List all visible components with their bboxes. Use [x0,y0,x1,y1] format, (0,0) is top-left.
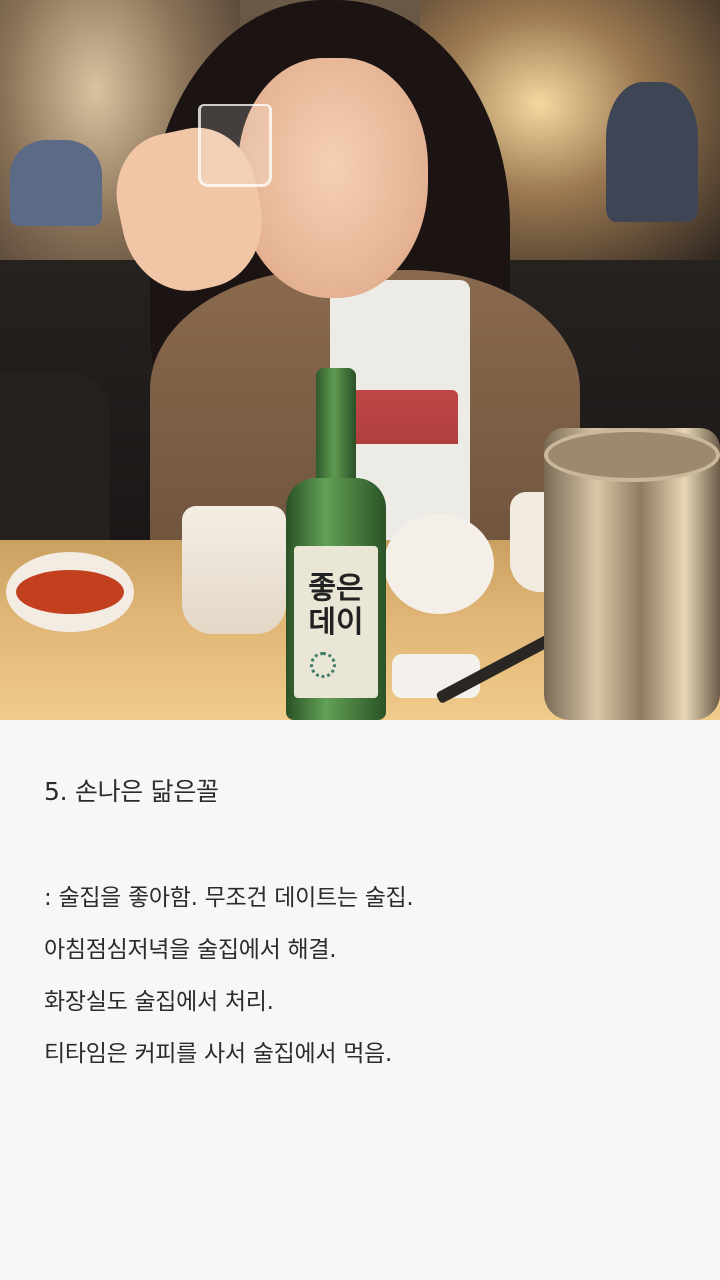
post-line: 티타임은 커피를 사서 술집에서 먹음. [44,1041,392,1067]
soju-bottle [286,368,386,720]
plate [384,514,494,614]
bottle-label-text: 좋은데이 [308,571,364,640]
ice-bucket-rim [544,428,720,482]
shot-glass [198,104,272,187]
bottle-neck [316,368,356,488]
post-line: 아침점심저녁을 술집에서 해결. [44,937,337,963]
post-line: 화장실도 술집에서 처리. [44,989,274,1015]
background-person [10,140,102,226]
photo: 좋은데이 [0,0,720,720]
background-person [606,82,698,222]
cup [182,506,286,634]
sauce [16,570,124,614]
post-line: : 술집을 좋아함. 무조건 데이트는 술집. [44,885,414,911]
person-left [0,372,110,562]
post-title: 5. 손나은 닮은꼴 [44,777,219,806]
bottle-label-emblem [310,652,336,678]
